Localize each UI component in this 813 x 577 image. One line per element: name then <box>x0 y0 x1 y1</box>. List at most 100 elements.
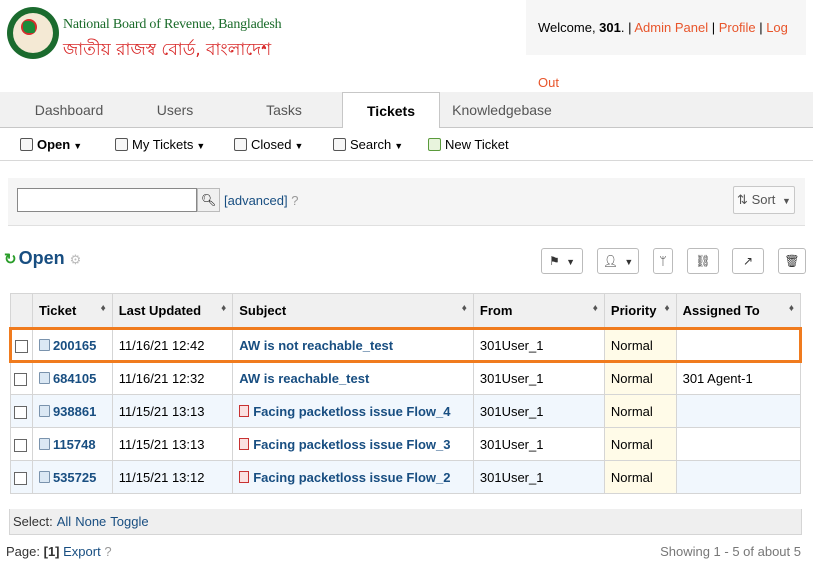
priority-cell: Normal <box>603 327 677 363</box>
search-input[interactable] <box>17 188 197 212</box>
assigned-cell <box>675 394 802 428</box>
from-cell: 301User_1 <box>472 361 605 395</box>
assign-action-button[interactable]: 👤︎ ▼ <box>597 248 639 274</box>
ticket-number-link[interactable]: 200165 <box>53 338 96 353</box>
advanced-search-link[interactable]: [advanced] ? <box>224 193 298 208</box>
header: National Board of Revenue, Bangladesh জা… <box>0 0 813 92</box>
from-cell: 301User_1 <box>472 394 605 428</box>
tab-knowledgebase[interactable]: Knowledgebase <box>442 92 562 128</box>
subject-link[interactable]: Facing packetloss issue Flow_3 <box>253 437 450 452</box>
from-cell: 301User_1 <box>472 460 605 494</box>
tab-tasks[interactable]: Tasks <box>226 92 342 128</box>
subject-link[interactable]: AW is not reachable_test <box>239 338 393 353</box>
header-from[interactable]: From ♦ <box>472 293 605 329</box>
last-updated-cell: 11/15/21 13:13 <box>111 427 234 461</box>
priority-cell: Normal <box>603 460 677 494</box>
ticket-number-link[interactable]: 115748 <box>53 437 96 452</box>
caret-down-icon: ▼ <box>782 196 791 206</box>
showing-count: Showing 1 - 5 of about 5 <box>660 544 801 559</box>
link-button[interactable]: ⛓ <box>687 248 719 274</box>
ticket-icon <box>38 338 50 351</box>
table-row[interactable]: 115748 11/15/21 13:13 Facing packetloss … <box>10 427 802 461</box>
row-checkbox[interactable] <box>14 405 27 419</box>
ticket-subnav: Open ▼ My Tickets ▼ Closed ▼ Search ▼ New Ti… <box>0 128 813 161</box>
header-subject[interactable]: Subject ♦ <box>232 293 474 329</box>
main-tabs: Dashboard Users Tasks Tickets Knowledgeb… <box>0 92 813 129</box>
ticket-number-link[interactable]: 938861 <box>53 404 96 419</box>
help-icon: ? <box>291 193 299 208</box>
export-link[interactable]: Export <box>63 544 101 559</box>
sort-button[interactable]: ⇅ Sort ▼ <box>733 186 795 214</box>
search-menu[interactable]: Search ▼ <box>333 128 403 161</box>
ticket-icon <box>20 138 33 151</box>
row-checkbox[interactable] <box>14 471 27 485</box>
tab-tickets[interactable]: Tickets <box>342 92 440 129</box>
tab-users[interactable]: Users <box>124 92 226 128</box>
org-name-bangla: জাতীয় রাজস্ব বোর্ড, বাংলাদেশ <box>63 40 272 60</box>
subject-link[interactable]: Facing packetloss issue Flow_4 <box>253 404 450 419</box>
profile-link[interactable]: Profile <box>719 20 756 35</box>
select-all-link[interactable]: All <box>57 514 71 529</box>
row-checkbox[interactable] <box>14 438 27 452</box>
header-ticket[interactable]: Ticket ♦ <box>31 293 113 329</box>
nbr-logo <box>7 7 59 59</box>
welcome-bar: Welcome, 301. | Admin Panel | Profile | … <box>526 0 806 90</box>
status-icon: ↗ <box>742 254 754 268</box>
ticket-number-link[interactable]: 684105 <box>53 371 96 386</box>
page-title: ↻ Open ⚙ <box>4 248 82 268</box>
welcome-text: Welcome, <box>538 20 600 35</box>
ticket-icon <box>38 470 50 483</box>
sort-indicator-icon: ♦ <box>221 303 227 314</box>
status-button[interactable]: ↗ <box>732 248 764 274</box>
closed-menu[interactable]: Closed ▼ <box>234 128 303 161</box>
caret-down-icon: ▼ <box>73 141 83 151</box>
subject-link[interactable]: Facing packetloss issue Flow_2 <box>253 470 450 485</box>
table-row[interactable]: 200165 11/16/21 12:42 AW is not reachabl… <box>9 327 803 363</box>
current-page[interactable]: [1] <box>44 544 60 559</box>
merge-button[interactable]: ᛘ <box>653 248 673 274</box>
sort-indicator-icon: ♦ <box>592 303 598 314</box>
subject-link[interactable]: AW is reachable_test <box>239 371 369 386</box>
attachment-icon <box>239 437 250 450</box>
last-updated-cell: 11/15/21 13:12 <box>111 460 234 494</box>
select-toggle-link[interactable]: Toggle <box>110 514 148 529</box>
attachment-icon <box>239 470 250 483</box>
my-tickets-menu[interactable]: My Tickets ▼ <box>115 128 205 161</box>
sort-icon: ⇅ <box>737 192 748 207</box>
delete-button[interactable]: 🗑︎ <box>778 248 806 274</box>
table-row[interactable]: 684105 11/16/21 12:32 AW is reachable_te… <box>10 361 802 395</box>
table-row[interactable]: 535725 11/15/21 13:12 Facing packetloss … <box>10 460 802 494</box>
open-menu[interactable]: Open ▼ <box>20 128 82 161</box>
select-label: Select: <box>13 514 53 529</box>
assigned-cell <box>675 460 802 494</box>
gear-icon[interactable]: ⚙ <box>70 252 82 267</box>
search-button[interactable]: 🔍︎ <box>197 188 220 212</box>
table-header-row: Ticket ♦ Last Updated ♦ Subject ♦ From ♦ Pri… <box>10 293 802 329</box>
new-ticket-link[interactable]: New Ticket <box>428 128 509 161</box>
refresh-icon[interactable]: ↻ <box>4 251 17 268</box>
header-priority[interactable]: Priority ♦ <box>603 293 677 329</box>
caret-down-icon: ▼ <box>394 141 404 151</box>
select-row: Select: All None Toggle <box>9 509 802 535</box>
flag-action-button[interactable]: ⚑ ▼ <box>541 248 583 274</box>
row-checkbox[interactable] <box>14 373 27 387</box>
last-updated-cell: 11/16/21 12:42 <box>111 327 234 363</box>
header-assigned-to[interactable]: Assigned To ♦ <box>675 293 802 329</box>
admin-panel-link[interactable]: Admin Panel <box>634 20 708 35</box>
ticket-icon <box>115 138 128 151</box>
ticket-icon <box>38 437 50 450</box>
tickets-table: Ticket ♦ Last Updated ♦ Subject ♦ From ♦ Pri… <box>9 293 803 494</box>
row-checkbox[interactable] <box>15 339 28 353</box>
header-last-updated[interactable]: Last Updated ♦ <box>111 293 234 329</box>
help-icon: ? <box>104 544 112 559</box>
ticket-number-link[interactable]: 535725 <box>53 470 96 485</box>
from-cell: 301User_1 <box>472 327 605 363</box>
table-row[interactable]: 938861 11/15/21 13:13 Facing packetloss … <box>10 394 802 428</box>
page-label: Page: <box>6 544 40 559</box>
select-none-link[interactable]: None <box>75 514 106 529</box>
attachment-icon <box>239 404 250 417</box>
assigned-cell: 301 Agent-1 <box>675 361 802 395</box>
priority-cell: Normal <box>603 394 677 428</box>
tab-dashboard[interactable]: Dashboard <box>14 92 124 128</box>
priority-cell: Normal <box>603 427 677 461</box>
